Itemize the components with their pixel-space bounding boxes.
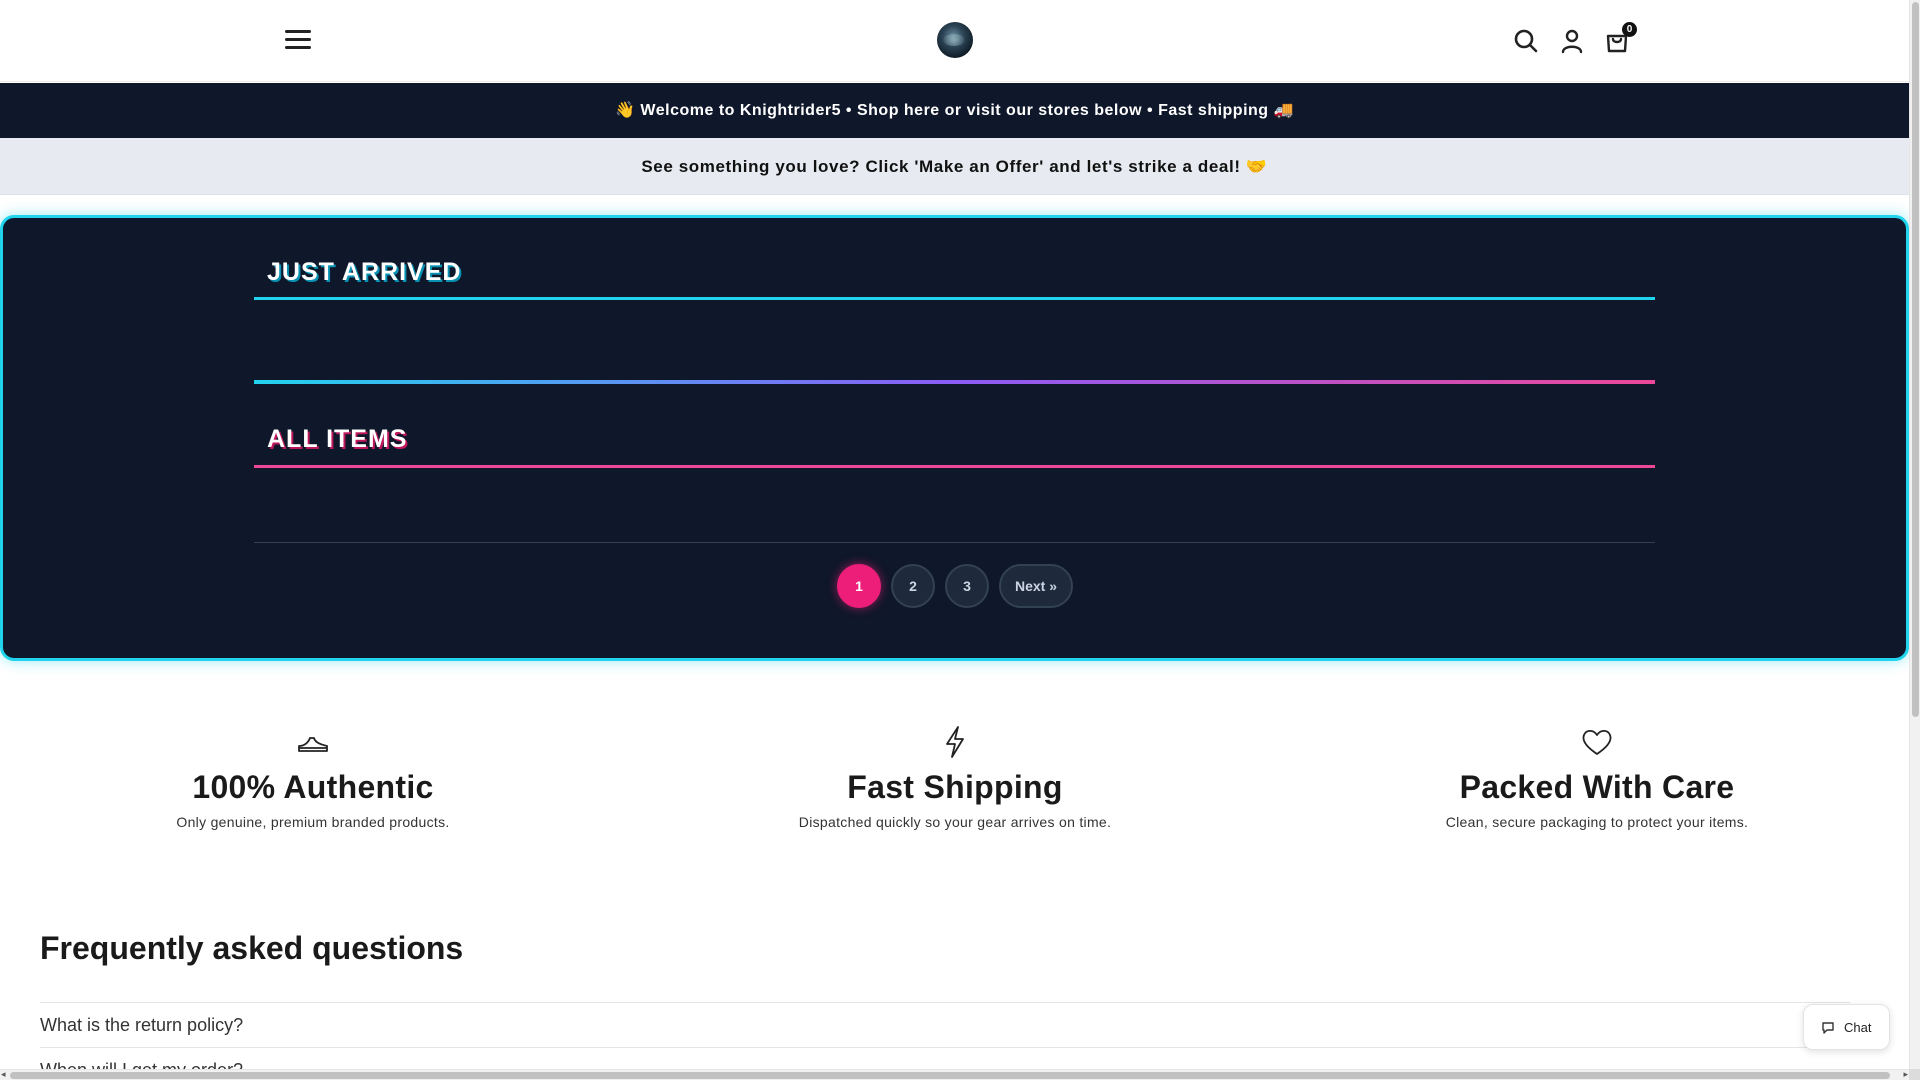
hamburger-icon: [285, 30, 311, 33]
feature-text: Dispatched quickly so your gear arrives …: [798, 814, 1112, 830]
user-icon[interactable]: [1559, 28, 1585, 54]
feature-title: Fast Shipping: [847, 769, 1063, 805]
scrollbar-corner: [1909, 1069, 1920, 1080]
vertical-scrollbar[interactable]: [1909, 0, 1920, 1069]
faq-question: When will I get my order?: [40, 1060, 243, 1069]
feature-text: Clean, secure packaging to protect your …: [1445, 814, 1749, 830]
page-2-button[interactable]: 2: [891, 564, 935, 608]
all-items-heading: ALL ITEMS: [267, 425, 408, 453]
horizontal-scrollbar[interactable]: ◂ ▸: [0, 1069, 1909, 1080]
gradient-divider: [254, 380, 1655, 384]
page-3-button[interactable]: 3: [945, 564, 989, 608]
chevron-down-icon: ⌄: [1838, 1048, 1850, 1069]
feature-fast-shipping: Fast Shipping Dispatched quickly so your…: [655, 725, 1255, 830]
site-header: 0: [0, 0, 1909, 82]
faq-question: What is the return policy?: [40, 1015, 244, 1035]
feature-title: 100% Authentic: [192, 769, 434, 805]
scroll-right-icon[interactable]: ▸: [1903, 1069, 1908, 1080]
chat-bubble-icon: [1822, 1022, 1834, 1034]
sneaker-icon: [298, 737, 328, 752]
feature-packed-with-care: Packed With Care Clean, secure packaging…: [1297, 725, 1897, 830]
faq-item[interactable]: When will I get my order? ⌄: [40, 1047, 1850, 1069]
next-page-button[interactable]: Next »: [999, 564, 1073, 608]
scroll-left-icon[interactable]: ◂: [1, 1069, 6, 1080]
search-icon[interactable]: [1513, 28, 1539, 54]
faq-item[interactable]: What is the return policy?: [40, 1002, 1850, 1047]
chat-button[interactable]: Chat: [1803, 1004, 1890, 1050]
just-arrived-heading: JUST ARRIVED: [267, 258, 462, 286]
page-1-button[interactable]: 1: [837, 564, 881, 608]
menu-button[interactable]: [285, 30, 311, 52]
divider: [254, 297, 1655, 300]
divider: [254, 542, 1655, 543]
faq-heading: Frequently asked questions: [40, 930, 464, 966]
heart-icon: [1582, 729, 1612, 755]
offer-bar: See something you love? Click 'Make an O…: [0, 138, 1909, 195]
feature-authentic: 100% Authentic Only genuine, premium bra…: [13, 725, 613, 830]
divider: [254, 465, 1655, 468]
cart-count-badge: 0: [1622, 22, 1637, 37]
chat-label: Chat: [1844, 1020, 1872, 1035]
page-viewport: 0 👋 Welcome to Knightrider5 • Shop here …: [0, 0, 1909, 1069]
feature-title: Packed With Care: [1459, 769, 1735, 805]
announcement-bar: 👋 Welcome to Knightrider5 • Shop here or…: [0, 83, 1909, 138]
lightning-icon: [946, 726, 964, 758]
feature-text: Only genuine, premium branded products.: [176, 814, 450, 830]
store-logo[interactable]: [937, 22, 973, 58]
